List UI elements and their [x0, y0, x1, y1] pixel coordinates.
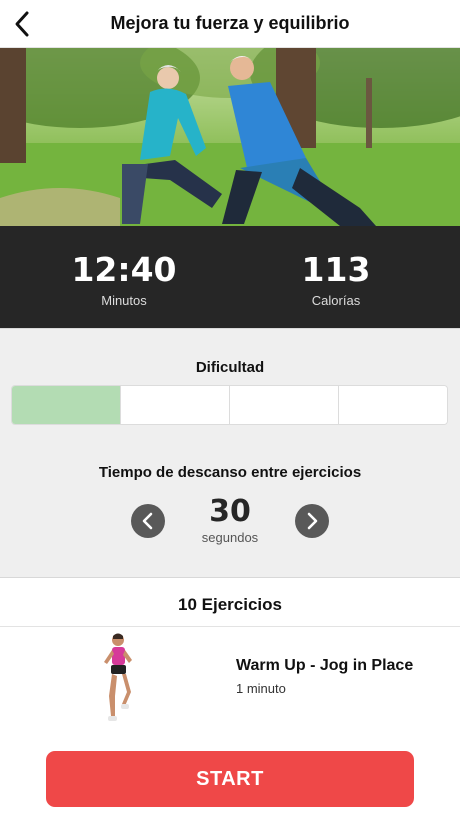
- rest-time-label: Tiempo de descanso entre ejercicios: [98, 464, 362, 481]
- duration-value: 12:40: [71, 250, 177, 289]
- exercise-name: Warm Up - Jog in Place: [236, 657, 414, 674]
- calories-value: 113: [301, 250, 371, 289]
- calories-label: Calorías: [311, 293, 361, 308]
- start-button[interactable]: START: [46, 751, 414, 807]
- duration-stat: 12:40 Minutos: [44, 250, 204, 308]
- workout-stats: 12:40 Minutos 113 Calorías: [0, 226, 460, 328]
- nav-bar: Mejora tu fuerza y equilibrio: [0, 0, 460, 48]
- difficulty-level-4[interactable]: [339, 386, 447, 424]
- difficulty-selector: [11, 385, 448, 425]
- difficulty-level-3[interactable]: [230, 386, 339, 424]
- list-item[interactable]: Warm Up - Jog in Place 1 minuto: [0, 628, 460, 728]
- workout-settings: Dificultad Tiempo de descanso entre ejer…: [0, 328, 460, 578]
- exercise-duration: 1 minuto: [236, 681, 286, 696]
- rest-decrease-button[interactable]: [131, 504, 165, 538]
- chevron-left-icon: [142, 512, 153, 530]
- hero-image: [0, 48, 460, 226]
- rest-time-stepper: 30 segundos: [0, 495, 460, 551]
- duration-label: Minutos: [101, 293, 147, 308]
- difficulty-level-1[interactable]: [12, 386, 121, 424]
- rest-increase-button[interactable]: [295, 504, 329, 538]
- exercise-count-header: 10 Ejercicios: [0, 579, 460, 627]
- difficulty-level-2[interactable]: [121, 386, 230, 424]
- chevron-right-icon: [307, 512, 318, 530]
- calories-stat: 113 Calorías: [256, 250, 416, 308]
- difficulty-label: Dificultad: [195, 359, 265, 376]
- exercise-thumbnail: [104, 633, 132, 721]
- rest-time-value: 30: [209, 494, 251, 529]
- page-title: Mejora tu fuerza y equilibrio: [110, 13, 350, 33]
- rest-time-unit: segundos: [201, 530, 259, 545]
